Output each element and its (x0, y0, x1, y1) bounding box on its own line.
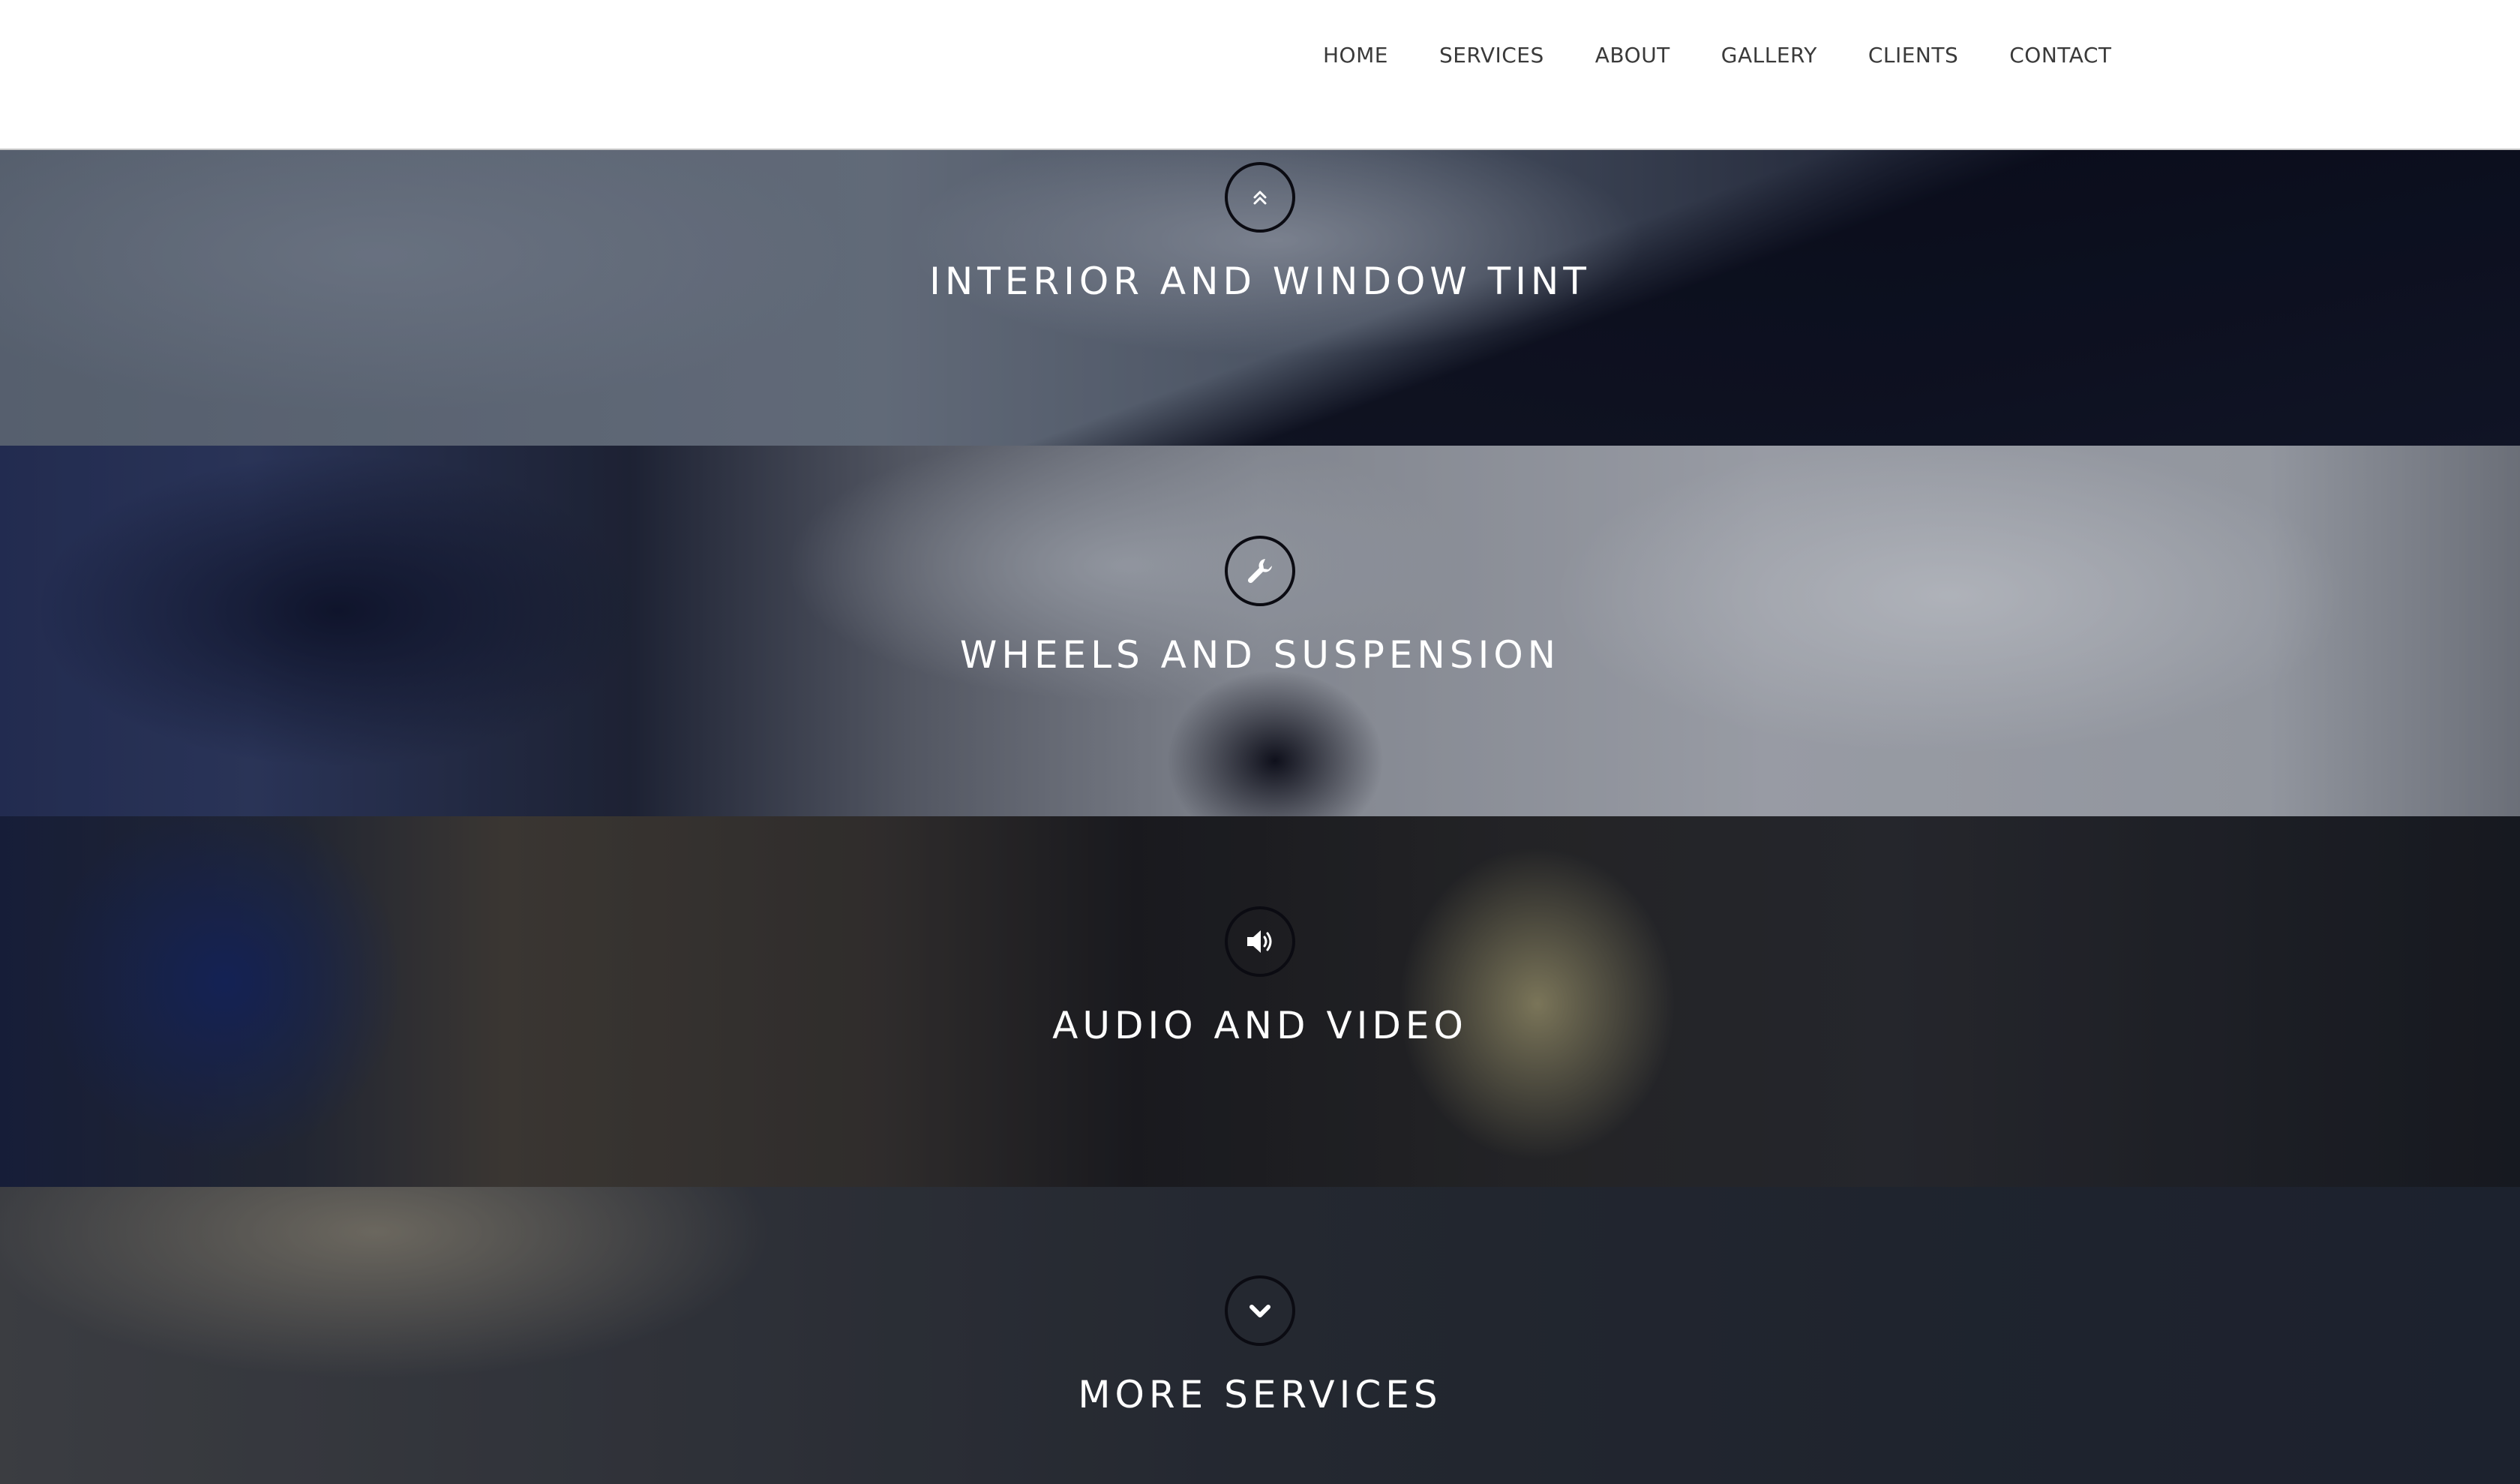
band-content: AUDIO AND VIDEO (0, 906, 2520, 1047)
service-band-wheels-suspension: WHEELS AND SUSPENSION (0, 446, 2520, 816)
scroll-down-button[interactable] (1225, 1275, 1295, 1346)
service-band-more-services: MORE SERVICES (0, 1187, 2520, 1484)
site-header: HOME SERVICES ABOUT GALLERY CLIENTS CONT… (0, 0, 2520, 150)
wrench-icon (1247, 559, 1272, 584)
band-content: WHEELS AND SUSPENSION (0, 536, 2520, 677)
service-title[interactable]: AUDIO AND VIDEO (1052, 1004, 1468, 1047)
logo-area (90, 30, 390, 113)
nav-gallery[interactable]: GALLERY (1696, 39, 1843, 72)
double-chevron-up-icon (1253, 191, 1267, 205)
service-band-interior-tint: INTERIOR AND WINDOW TINT (0, 150, 2520, 446)
nav-contact[interactable]: CONTACT (1984, 39, 2137, 72)
nav-clients[interactable]: CLIENTS (1843, 39, 1984, 72)
band-content: MORE SERVICES (0, 1275, 2520, 1416)
main-nav: HOME SERVICES ABOUT GALLERY CLIENTS CONT… (1298, 39, 2138, 72)
nav-home[interactable]: HOME (1298, 39, 1414, 72)
nav-services[interactable]: SERVICES (1414, 39, 1570, 72)
scroll-up-button[interactable] (1225, 162, 1295, 233)
wrench-button[interactable] (1225, 536, 1295, 606)
service-band-audio-video: AUDIO AND VIDEO (0, 816, 2520, 1187)
nav-about[interactable]: ABOUT (1570, 39, 1696, 72)
band-content: INTERIOR AND WINDOW TINT (0, 162, 2520, 303)
speaker-icon (1247, 930, 1272, 953)
chevron-down-icon (1250, 1305, 1270, 1317)
service-title[interactable]: MORE SERVICES (1078, 1373, 1442, 1416)
speaker-button[interactable] (1225, 906, 1295, 977)
service-title[interactable]: WHEELS AND SUSPENSION (960, 633, 1560, 677)
page: HOME SERVICES ABOUT GALLERY CLIENTS CONT… (0, 0, 2520, 1484)
service-title[interactable]: INTERIOR AND WINDOW TINT (929, 260, 1591, 303)
